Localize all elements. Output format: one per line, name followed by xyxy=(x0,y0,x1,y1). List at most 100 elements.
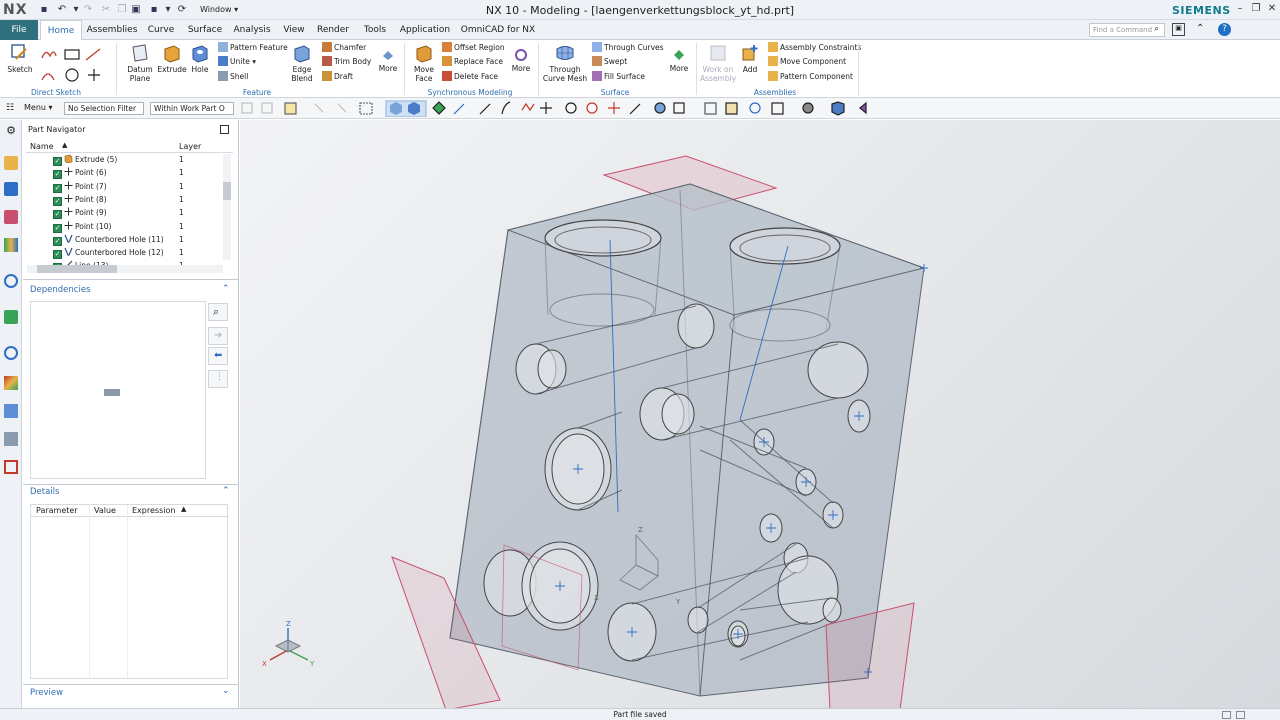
selection-filter-select[interactable]: No Selection Filter xyxy=(64,102,144,115)
part-navigator-icon[interactable] xyxy=(4,210,18,224)
history-icon[interactable] xyxy=(4,310,18,324)
sync-more-button[interactable]: More xyxy=(508,48,534,73)
trim-body-button[interactable]: Trim Body xyxy=(322,56,371,68)
tab-analysis[interactable]: Analysis xyxy=(231,20,273,40)
roles-icon[interactable] xyxy=(4,432,18,446)
collapse-details-icon[interactable]: ⌃ xyxy=(222,486,230,496)
expand-preview-icon[interactable]: ⌄ xyxy=(222,686,230,696)
visibility-checkbox[interactable]: ✓ xyxy=(53,250,62,260)
status-settings-icon[interactable] xyxy=(1236,711,1245,719)
dependencies-title[interactable]: Dependencies xyxy=(30,285,91,295)
column-header-layer[interactable]: Layer xyxy=(179,142,201,151)
tab-home[interactable]: Home xyxy=(40,20,82,41)
resource-bar-icon[interactable]: ▣ xyxy=(1172,23,1185,36)
web-browser-icon[interactable] xyxy=(4,274,18,288)
dependency-next-button[interactable]: ➜ xyxy=(208,327,228,345)
restore-icon[interactable]: ❐ xyxy=(1249,3,1263,14)
visibility-checkbox[interactable]: ✓ xyxy=(53,170,62,180)
datum-plane-button[interactable]: Datum Plane xyxy=(122,43,158,83)
reuse-library-icon[interactable] xyxy=(4,238,18,252)
visibility-checkbox[interactable]: ✓ xyxy=(53,210,62,220)
manufacturing-wizards-icon[interactable] xyxy=(4,404,18,418)
sort-ascending-icon[interactable]: ▲ xyxy=(62,141,67,149)
unite-button[interactable]: Unite ▾ xyxy=(218,56,256,68)
help-icon[interactable]: ? xyxy=(1218,23,1231,36)
close-icon[interactable]: ✕ xyxy=(1265,3,1279,14)
tab-surface[interactable]: Surface xyxy=(184,20,226,40)
graphics-window[interactable]: Z Y X Z X Y xyxy=(240,120,1280,711)
extrude-button[interactable]: Extrude xyxy=(157,43,187,74)
dependency-settings-button[interactable]: ⋮ xyxy=(208,370,228,388)
visibility-checkbox[interactable]: ✓ xyxy=(53,196,62,206)
tab-omnicad[interactable]: OmniCAD for NX xyxy=(460,20,536,40)
shell-button[interactable]: Shell xyxy=(218,71,248,83)
pattern-component-button[interactable]: Pattern Component xyxy=(768,71,853,83)
fill-surface-button[interactable]: Fill Surface xyxy=(592,71,645,83)
tree-row[interactable]: ✓ Point (8) 1 xyxy=(26,193,232,206)
tree-row[interactable]: ✓ Point (10) 1 xyxy=(26,220,232,233)
selection-scope-select[interactable]: Within Work Part O xyxy=(150,102,234,115)
swept-button[interactable]: Swept xyxy=(592,56,627,68)
through-curve-mesh-button[interactable]: Through Curve Mesh xyxy=(542,43,588,83)
edge-blend-button[interactable]: Edge Blend xyxy=(288,43,316,83)
column-header-name[interactable]: Name xyxy=(30,142,54,151)
constraint-navigator-icon[interactable] xyxy=(4,182,18,196)
offset-region-button[interactable]: Offset Region xyxy=(442,42,505,54)
tree-row[interactable]: ✓ Point (7) 1 xyxy=(26,180,232,193)
work-on-assembly-button[interactable]: Work on Assembly xyxy=(700,43,736,83)
navigator-vscrollbar[interactable] xyxy=(223,154,231,260)
move-face-button[interactable]: Move Face xyxy=(410,43,438,83)
tab-curve[interactable]: Curve xyxy=(144,20,178,40)
system-scenes-icon[interactable] xyxy=(4,460,18,474)
settings-gear-icon[interactable]: ⚙ xyxy=(4,124,18,138)
draft-button[interactable]: Draft xyxy=(322,71,353,83)
menu-button[interactable]: Menu ▾ xyxy=(24,103,53,112)
model-view[interactable]: Z Y X Z X Y xyxy=(240,120,1280,711)
navigator-hscrollbar[interactable] xyxy=(27,265,223,273)
preview-title[interactable]: Preview xyxy=(30,688,63,698)
tree-row[interactable]: ✓ Point (9) 1 xyxy=(26,206,232,220)
dependency-zoom-button[interactable]: ⌕ xyxy=(208,303,228,321)
move-component-button[interactable]: Move Component xyxy=(768,56,846,68)
collapse-ribbon-icon[interactable]: ⌃ xyxy=(1196,23,1204,34)
snap-and-view-tools[interactable] xyxy=(240,100,890,117)
process-studio-icon[interactable] xyxy=(4,376,18,390)
visibility-checkbox[interactable]: ✓ xyxy=(53,183,62,193)
chamfer-button[interactable]: Chamfer xyxy=(322,42,366,54)
visibility-checkbox[interactable]: ✓ xyxy=(53,157,62,166)
visibility-checkbox[interactable]: ✓ xyxy=(53,223,62,233)
tab-assemblies[interactable]: Assemblies xyxy=(86,20,138,40)
tree-row[interactable]: ✓ Counterbored Hole (11) 1 xyxy=(26,233,232,246)
through-curves-button[interactable]: Through Curves xyxy=(592,42,664,54)
feature-more-button[interactable]: More xyxy=(376,48,400,73)
column-header-expression[interactable]: Expression xyxy=(132,506,175,515)
collapse-dependencies-icon[interactable]: ⌃ xyxy=(222,284,230,294)
add-component-button[interactable]: Add xyxy=(738,43,762,74)
tree-row[interactable]: ✓ Counterbored Hole (12) 1 xyxy=(26,246,232,260)
details-title[interactable]: Details xyxy=(30,487,59,497)
tab-view[interactable]: View xyxy=(280,20,308,40)
visibility-checkbox[interactable]: ✓ xyxy=(53,236,62,246)
column-header-value[interactable]: Value xyxy=(94,506,116,515)
maximize-panel-icon[interactable] xyxy=(220,125,229,134)
clock-icon[interactable] xyxy=(4,346,18,360)
tab-file[interactable]: File xyxy=(0,20,38,40)
tree-row[interactable]: ✓ Point (6) 1 xyxy=(26,166,232,180)
tab-tools[interactable]: Tools xyxy=(360,20,390,40)
column-header-parameter[interactable]: Parameter xyxy=(36,506,78,515)
dependency-item[interactable] xyxy=(104,389,120,396)
tab-render[interactable]: Render xyxy=(315,20,351,40)
tab-application[interactable]: Application xyxy=(398,20,452,40)
hole-button[interactable]: Hole xyxy=(188,43,212,74)
assembly-constraints-button[interactable]: Assembly Constraints xyxy=(768,42,861,54)
surface-more-button[interactable]: More xyxy=(666,48,692,73)
sketch-button[interactable]: Sketch xyxy=(6,43,34,74)
menu-grid-icon[interactable]: ☷ xyxy=(6,103,14,113)
replace-face-button[interactable]: Replace Face xyxy=(442,56,503,68)
pattern-feature-button[interactable]: Pattern Feature xyxy=(218,42,288,54)
minimize-icon[interactable]: – xyxy=(1233,3,1247,14)
sort-expression-icon[interactable]: ▲ xyxy=(181,505,186,513)
search-icon[interactable]: ⌕ xyxy=(1154,24,1159,34)
sketch-curve-tools[interactable] xyxy=(40,46,110,86)
dependency-back-button[interactable]: ⬅ xyxy=(208,347,228,365)
